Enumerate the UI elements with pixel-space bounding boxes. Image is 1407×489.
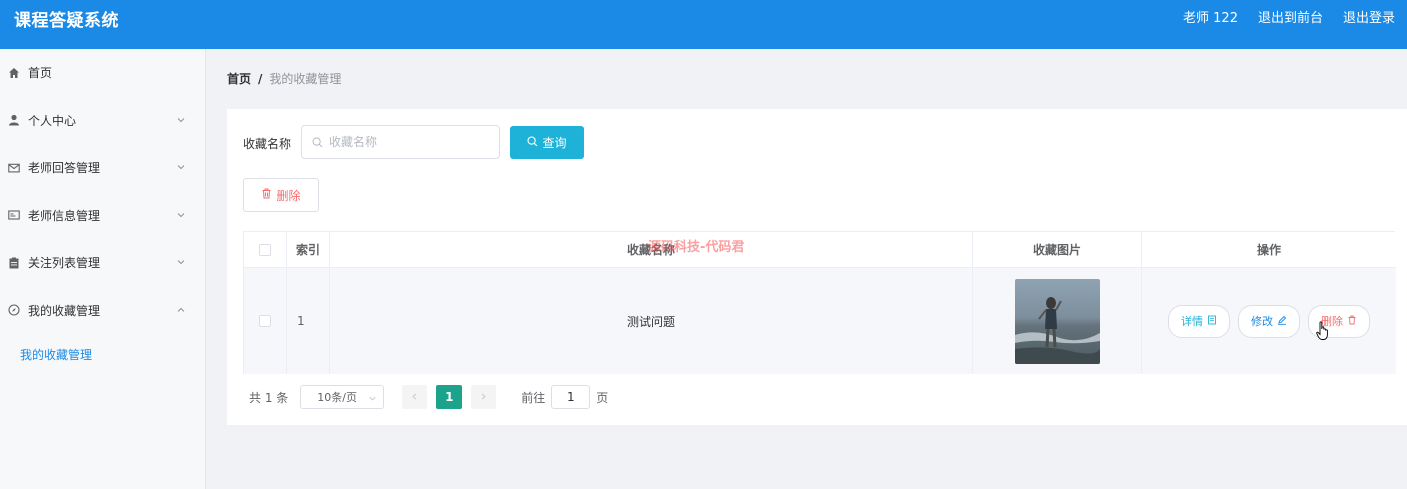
page-number-1[interactable]: 1 (436, 385, 463, 409)
logout-link[interactable]: 退出登录 (1343, 7, 1395, 26)
pagination: 共 1 条 10条/页 1 前往 1 页 (249, 385, 608, 409)
header-actions: 操作 (1256, 243, 1281, 257)
chevron-down-icon (176, 114, 186, 124)
search-icon (527, 135, 538, 150)
hand-cursor-icon (1316, 321, 1330, 345)
pagination-total: 共 1 条 (249, 390, 289, 405)
sidebar-item-label: 老师回答管理 (28, 161, 101, 176)
select-all-checkbox[interactable] (259, 243, 271, 256)
row-image-cell (973, 268, 1142, 374)
sidebar-item-label: 首页 (28, 66, 53, 81)
pencil-icon (1277, 315, 1287, 328)
sidebar-item-home[interactable]: 首页 (0, 49, 205, 97)
breadcrumb-separator: / (258, 71, 263, 86)
chevron-right-icon (479, 390, 488, 404)
batch-delete-label: 删除 (276, 188, 301, 203)
document-icon (1207, 315, 1217, 328)
row-select (244, 268, 287, 374)
header-index: 索引 (287, 232, 330, 267)
sidebar: 首页 个人中心 老师回答管理 老师信息管理 关注列表管理 我的收藏管理 我的收藏… (0, 49, 206, 489)
trash-icon (261, 188, 272, 202)
query-button[interactable]: 查询 (510, 126, 584, 159)
chevron-up-icon (176, 304, 186, 314)
top-bar: 课程答疑系统 老师 122 退出到前台 退出登录 (0, 0, 1407, 49)
row-index: 1 (287, 268, 330, 374)
compass-icon (7, 304, 20, 317)
table-header: 索引 收藏名称 收藏图片 操作 (244, 232, 1396, 268)
chevron-down-icon (176, 209, 186, 219)
search-input[interactable] (329, 135, 489, 149)
id-card-icon (7, 209, 20, 222)
goto-page-input[interactable]: 1 (551, 385, 591, 409)
sidebar-item-label: 我的收藏管理 (28, 303, 101, 318)
query-button-label: 查询 (542, 136, 567, 150)
sidebar-item-label: 老师信息管理 (28, 208, 101, 223)
batch-delete-button[interactable]: 删除 (243, 178, 319, 212)
sidebar-item-my-favorites[interactable]: 我的收藏管理 (0, 287, 205, 335)
detail-button-label: 详情 (1181, 315, 1203, 328)
prev-page-button[interactable] (402, 385, 428, 409)
sidebar-item-teacher-answers[interactable]: 老师回答管理 (0, 144, 205, 192)
detail-button[interactable]: 详情 (1168, 304, 1230, 338)
top-nav: 老师 122 退出到前台 退出登录 (1183, 7, 1395, 26)
home-icon (7, 66, 20, 79)
chevron-down-icon (176, 256, 186, 266)
favorite-image[interactable] (1014, 278, 1100, 364)
row-checkbox[interactable] (259, 315, 271, 327)
submenu-item-label: 我的收藏管理 (20, 347, 93, 362)
app-title: 课程答疑系统 (14, 11, 119, 31)
sidebar-item-teacher-info[interactable]: 老师信息管理 (0, 192, 205, 240)
chevron-down-icon (176, 161, 186, 171)
table-row: 1 测试问题 详情 修改 删除 (244, 268, 1396, 374)
header-image: 收藏图片 (973, 232, 1142, 267)
header-select-all (244, 232, 287, 267)
chevron-left-icon (410, 390, 419, 404)
search-label: 收藏名称 (243, 137, 292, 151)
page-size-value: 10条/页 (317, 391, 357, 404)
goto-label: 前往 (521, 390, 546, 405)
clipboard-icon (7, 256, 20, 269)
next-page-button[interactable] (471, 385, 497, 409)
row-actions: 详情 修改 删除 (1142, 268, 1396, 374)
submenu-item-my-favorites[interactable]: 我的收藏管理 (0, 334, 205, 374)
trash-icon (1347, 315, 1357, 328)
mail-icon (7, 161, 20, 174)
content-card: 收藏名称 查询 删除 索引 收藏名称 收藏图片 操作 (227, 109, 1407, 425)
goto-suffix: 页 (596, 390, 609, 405)
breadcrumb-home[interactable]: 首页 (227, 70, 251, 87)
edit-button-label: 修改 (1251, 315, 1273, 328)
sidebar-item-label: 关注列表管理 (28, 256, 101, 271)
header-name: 收藏名称 (330, 232, 973, 267)
sidebar-item-label: 个人中心 (28, 113, 77, 128)
breadcrumb-current: 我的收藏管理 (269, 72, 342, 86)
favorites-table: 索引 收藏名称 收藏图片 操作 1 测试问题 详情 修改 删除 (243, 231, 1396, 374)
user-icon (7, 114, 20, 127)
chevron-down-icon (368, 393, 377, 406)
sidebar-item-follow-list[interactable]: 关注列表管理 (0, 239, 205, 287)
edit-button[interactable]: 修改 (1238, 304, 1300, 338)
page-size-select[interactable]: 10条/页 (300, 385, 385, 409)
search-box[interactable] (301, 125, 500, 159)
current-user: 老师 122 (1183, 11, 1238, 26)
row-name: 测试问题 (330, 268, 973, 374)
sidebar-item-personal-center[interactable]: 个人中心 (0, 97, 205, 145)
breadcrumb: 首页 / 我的收藏管理 (227, 70, 341, 87)
search-icon (312, 133, 323, 152)
exit-to-front-link[interactable]: 退出到前台 (1258, 7, 1323, 26)
